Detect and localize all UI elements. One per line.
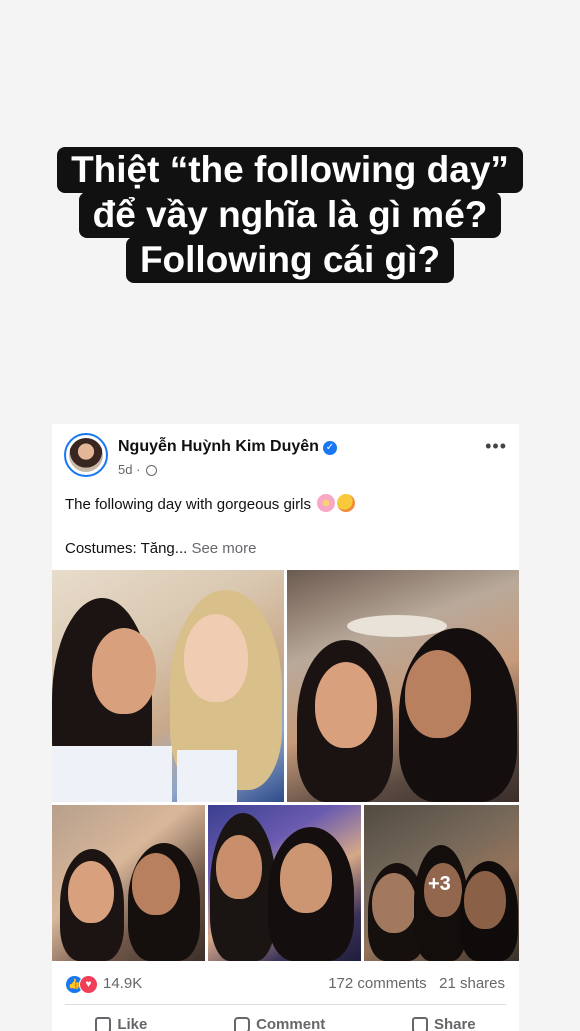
- caption-line-3: Following cái gì?: [125, 237, 455, 283]
- photo-2[interactable]: [287, 570, 519, 802]
- comment-label: Comment: [256, 1016, 326, 1031]
- share-icon: [411, 1016, 428, 1031]
- blossom-emoji-icon: [317, 494, 336, 512]
- more-photos-count[interactable]: +3: [428, 873, 451, 896]
- author-name[interactable]: Nguyễn Huỳnh Kim Duyên ✓: [118, 438, 337, 456]
- post-text-2: Costumes: Tăng... See more: [65, 540, 257, 557]
- love-reaction-icon: ♥: [79, 975, 98, 994]
- action-bar: Like Comment Share: [52, 1016, 519, 1031]
- globe-icon: [146, 465, 158, 476]
- like-label: Like: [117, 1016, 148, 1031]
- author-name-text[interactable]: Nguyễn Huỳnh Kim Duyên: [118, 438, 319, 455]
- share-label: Share: [433, 1016, 476, 1031]
- caption-line-2: để vầy nghĩa là gì mé?: [78, 192, 502, 238]
- post-time: 5d ·: [118, 462, 158, 477]
- photo-4[interactable]: [208, 805, 361, 961]
- like-button[interactable]: Like: [95, 1016, 147, 1031]
- comments-count[interactable]: 172 comments: [328, 975, 426, 992]
- divider: [65, 1004, 506, 1005]
- post-text-costumes: Costumes: Tăng...: [65, 540, 188, 557]
- avatar[interactable]: [64, 433, 108, 477]
- post-time-text: 5d ·: [118, 462, 141, 477]
- caption: Thiệt “the following day” để vầy nghĩa l…: [0, 147, 580, 283]
- verified-badge-icon: ✓: [322, 441, 337, 455]
- post-text: The following day with gorgeous girls: [65, 494, 356, 513]
- photo-3[interactable]: [52, 805, 205, 961]
- reactions-count[interactable]: 14.9K: [103, 975, 142, 992]
- caption-line-1: Thiệt “the following day”: [57, 147, 523, 193]
- photo-1[interactable]: [52, 570, 284, 802]
- comment-icon: [234, 1016, 251, 1031]
- smiling-hearts-emoji-icon: [337, 494, 356, 512]
- facebook-post: Nguyễn Huỳnh Kim Duyên ✓ 5d · ••• The fol…: [52, 424, 519, 1031]
- post-text-body: The following day with gorgeous girls: [65, 496, 311, 513]
- thumbs-up-icon: [95, 1016, 112, 1031]
- more-options-icon[interactable]: •••: [485, 436, 507, 457]
- photo-5[interactable]: +3: [364, 805, 519, 961]
- see-more-link[interactable]: See more: [191, 540, 256, 557]
- share-button[interactable]: Share: [411, 1016, 476, 1031]
- comment-button[interactable]: Comment: [234, 1016, 325, 1031]
- post-stats: 172 comments 21 shares: [328, 975, 505, 992]
- reaction-icons[interactable]: 👍 ♥: [65, 974, 98, 994]
- shares-count[interactable]: 21 shares: [439, 975, 505, 992]
